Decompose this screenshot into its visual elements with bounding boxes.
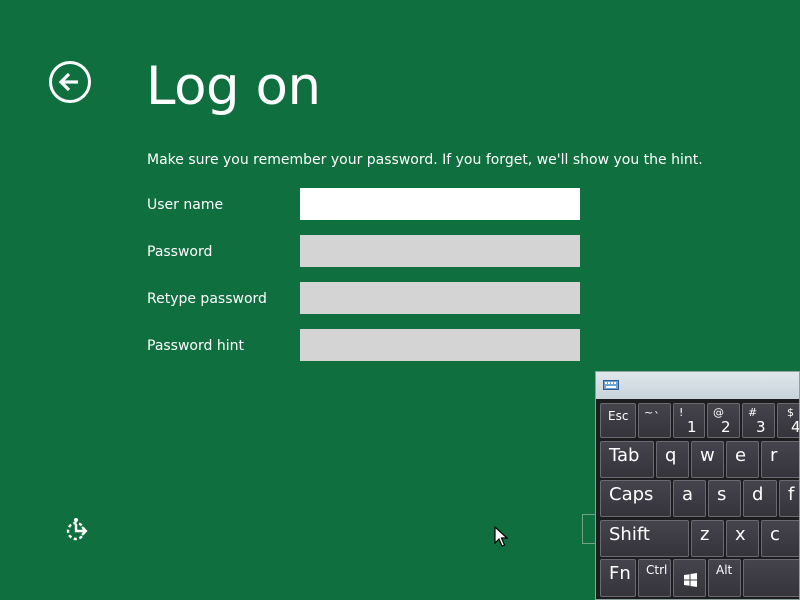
password-input[interactable] xyxy=(300,235,580,267)
osk-key-e[interactable]: e xyxy=(726,441,759,478)
password-label: Password xyxy=(147,244,213,260)
osk-key-x[interactable]: x xyxy=(726,520,759,557)
user-name-label: User name xyxy=(147,197,224,213)
windows-logo-icon xyxy=(684,573,697,587)
osk-key-z[interactable]: z xyxy=(691,520,724,557)
osk-key-f[interactable]: f xyxy=(779,480,799,517)
osk-key-w[interactable]: w xyxy=(691,441,724,478)
osk-key-windows[interactable] xyxy=(673,559,706,597)
osk-key-r[interactable]: r xyxy=(761,441,799,478)
user-name-input[interactable] xyxy=(300,188,580,220)
osk-key-3[interactable]: # 3 xyxy=(742,403,775,438)
osk-key-4[interactable]: $ 4 xyxy=(777,403,799,438)
osk-key-tab[interactable]: Tab xyxy=(600,441,654,478)
instruction-text: Make sure you remember your password. If… xyxy=(147,152,703,168)
osk-key-s[interactable]: s xyxy=(708,480,741,517)
keyboard-icon xyxy=(603,380,619,390)
osk-key-q[interactable]: q xyxy=(656,441,689,478)
password-hint-label: Password hint xyxy=(147,338,244,354)
retype-password-input[interactable] xyxy=(300,282,580,314)
retype-password-label: Retype password xyxy=(147,291,267,307)
osk-key-c[interactable]: c xyxy=(761,520,799,557)
osk-key-2[interactable]: @ 2 xyxy=(707,403,740,438)
password-hint-input[interactable] xyxy=(300,329,580,361)
mouse-pointer-icon xyxy=(494,526,508,547)
on-screen-keyboard[interactable]: Esc ~ ` ! 1 @ 2 # 3 $ 4 Tab q w e r Caps… xyxy=(595,371,800,600)
page-title: Log on xyxy=(146,56,321,117)
hidden-button-edge xyxy=(582,514,596,544)
osk-key-shift[interactable]: Shift xyxy=(600,520,689,557)
back-button[interactable] xyxy=(49,61,91,103)
osk-key-caps[interactable]: Caps xyxy=(600,480,671,517)
ease-of-access-icon[interactable] xyxy=(64,516,92,544)
osk-key-tilde[interactable]: ~ ` xyxy=(638,403,671,438)
osk-key-1[interactable]: ! 1 xyxy=(673,403,705,438)
osk-key-alt[interactable]: Alt xyxy=(708,559,741,597)
osk-key-d[interactable]: d xyxy=(743,480,777,517)
osk-key-fn[interactable]: Fn xyxy=(600,559,636,597)
osk-key-ctrl[interactable]: Ctrl xyxy=(638,559,671,597)
osk-key-a[interactable]: a xyxy=(673,480,706,517)
osk-titlebar[interactable] xyxy=(596,372,799,399)
back-arrow-icon xyxy=(58,72,78,92)
osk-key-esc[interactable]: Esc xyxy=(600,403,636,438)
osk-key-space[interactable] xyxy=(743,559,799,597)
